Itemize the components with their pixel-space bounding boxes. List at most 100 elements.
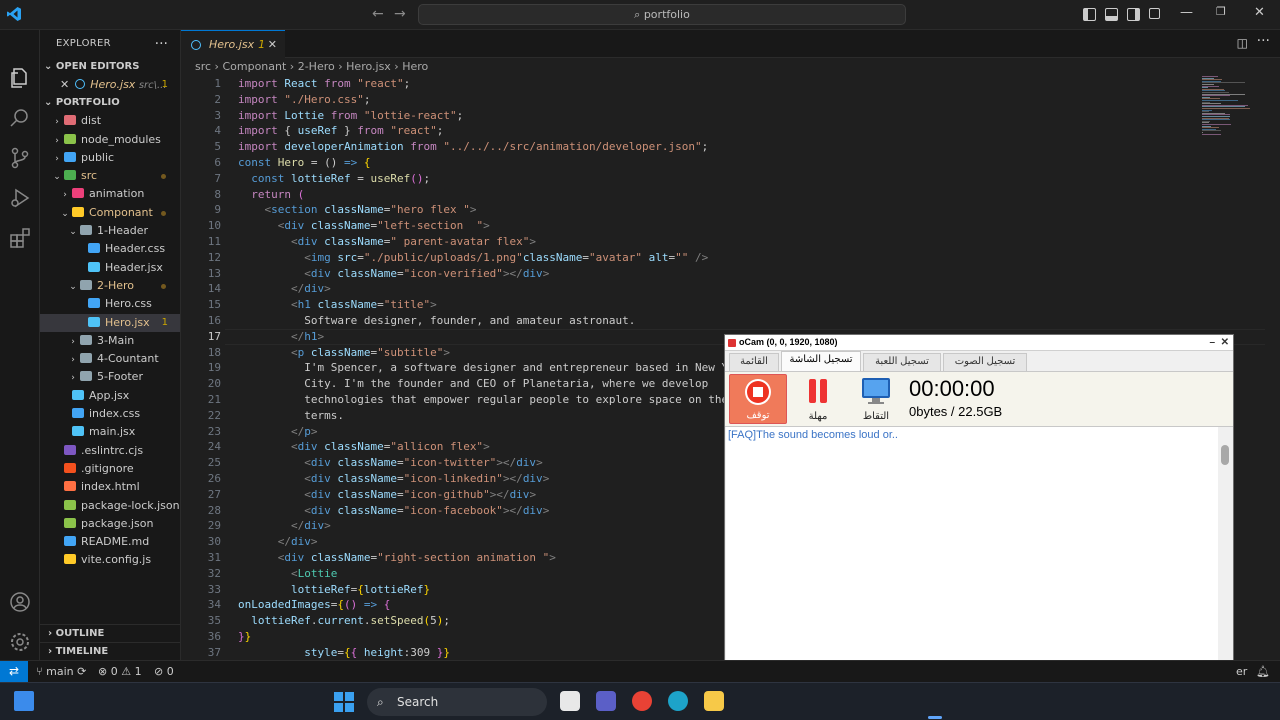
code-line[interactable]: const Hero = () => { [238, 155, 371, 171]
open-editor-item[interactable]: ✕ Hero.jsx src\... 1 [40, 76, 180, 94]
toggle-primary-sidebar-icon[interactable] [1083, 8, 1096, 21]
code-line[interactable]: import "./Hero.css"; [238, 92, 370, 108]
tree-item[interactable]: main.jsx [40, 423, 180, 441]
chrome-icon[interactable] [632, 691, 652, 711]
tree-item[interactable]: Hero.css [40, 295, 180, 313]
outline-section[interactable]: › OUTLINE [40, 624, 180, 642]
teams-icon[interactable] [596, 691, 616, 711]
faq-link[interactable]: [FAQ]The sound becomes loud or.. [728, 429, 898, 441]
tree-item[interactable]: App.jsx [40, 387, 180, 405]
command-center-search[interactable]: ⌕ portfolio [418, 4, 906, 25]
tree-item[interactable]: package-lock.json [40, 497, 180, 515]
timeline-section[interactable]: › TIMELINE [40, 642, 180, 660]
forward-arrow-icon[interactable]: → [394, 6, 406, 22]
code-line[interactable]: lottieRef={lottieRef} [238, 582, 430, 598]
tree-item[interactable]: › dist [40, 112, 180, 130]
code-line[interactable]: </div> [238, 518, 331, 534]
tree-item[interactable]: ⌄ 1-Header [40, 222, 180, 240]
code-line[interactable]: <div className="allicon flex"> [238, 439, 490, 455]
restore-icon[interactable]: ❐ [1216, 5, 1226, 18]
code-line[interactable]: <div className="icon-facebook"></div> [238, 503, 549, 519]
toggle-panel-icon[interactable] [1105, 8, 1118, 21]
ocam-tab-audio-record[interactable]: تسجيل الصوت [943, 353, 1027, 371]
breadcrumb-item[interactable]: 2-Hero [298, 60, 335, 73]
back-arrow-icon[interactable]: ← [372, 6, 384, 22]
scroll-thumb[interactable] [1221, 445, 1229, 465]
tree-item[interactable]: Header.jsx [40, 259, 180, 277]
tree-item[interactable]: ⌄ 2-Hero [40, 277, 180, 295]
minimize-icon[interactable]: — [1180, 5, 1193, 20]
code-line[interactable]: </p> [238, 424, 318, 440]
code-line[interactable]: <Lottie [238, 566, 337, 582]
extensions-icon[interactable] [8, 226, 32, 250]
tree-item[interactable]: › public [40, 149, 180, 167]
remote-indicator-icon[interactable]: ⇄ [0, 661, 28, 682]
code-line[interactable]: <div className="left-section "> [238, 218, 490, 234]
code-line[interactable]: }} [238, 629, 251, 645]
code-line[interactable]: <div className="icon-twitter"></div> [238, 455, 542, 471]
code-line[interactable]: import Lottie from "lottie-react"; [238, 108, 463, 124]
code-line[interactable]: import developerAnimation from "../../..… [238, 139, 708, 155]
breadcrumb-item[interactable]: Hero [402, 60, 428, 73]
code-line[interactable]: <div className="icon-linkedin"></div> [238, 471, 549, 487]
breadcrumb-item[interactable]: src [195, 60, 211, 73]
search-icon[interactable] [8, 106, 32, 130]
code-line[interactable]: technologies that empower regular people… [238, 392, 768, 408]
ocam-tab-game-record[interactable]: تسجيل اللعبة [863, 353, 941, 371]
code-line[interactable]: <div className="right-section animation … [238, 550, 556, 566]
tree-item[interactable]: Header.css [40, 240, 180, 258]
tree-item[interactable]: › animation [40, 185, 180, 203]
close-icon[interactable]: ✕ [60, 78, 69, 91]
tree-item[interactable]: Hero.jsx 1 [40, 313, 180, 332]
problems-status[interactable]: ⊗ 0 ⚠ 1 [98, 661, 142, 682]
windows-start-icon[interactable] [333, 691, 355, 713]
tree-item[interactable]: index.html [40, 478, 180, 496]
code-line[interactable]: I'm Spencer, a software designer and ent… [238, 360, 748, 376]
close-window-icon[interactable]: ✕ [1254, 5, 1265, 20]
split-editor-icon[interactable]: ◫ [1237, 36, 1248, 50]
minimap[interactable] [1198, 76, 1258, 136]
code-line[interactable]: </div> [238, 281, 331, 297]
ports-status[interactable]: ⊘ 0 [154, 661, 174, 682]
accounts-icon[interactable] [8, 590, 32, 614]
code-line[interactable]: <div className="icon-verified"></div> [238, 266, 549, 282]
task-view-icon[interactable] [560, 691, 580, 711]
code-line[interactable]: <p className="subtitle"> [238, 345, 450, 361]
code-line[interactable]: return ( [238, 187, 304, 203]
edge-icon[interactable] [668, 691, 688, 711]
ocam-tab-menu[interactable]: القائمة [729, 353, 779, 371]
close-tab-icon[interactable]: ✕ [268, 31, 277, 58]
source-control-icon[interactable] [8, 146, 32, 170]
code-line[interactable]: terms. [238, 408, 344, 424]
tree-item[interactable]: › 3-Main [40, 332, 180, 350]
file-explorer-icon[interactable] [704, 691, 724, 711]
ocam-vertical-scrollbar[interactable] [1218, 427, 1232, 692]
tree-item[interactable]: index.css [40, 405, 180, 423]
code-line[interactable]: lottieRef.current.setSpeed(5); [238, 613, 450, 629]
portfolio-section[interactable]: ⌄ PORTFOLIO [40, 94, 180, 112]
tree-item[interactable]: .gitignore [40, 460, 180, 478]
ocam-close-icon[interactable]: ✕ [1221, 335, 1229, 350]
branch-status[interactable]: ⑂ main ⟳ [36, 661, 86, 682]
code-line[interactable]: <section className="hero flex "> [238, 202, 477, 218]
tree-item[interactable]: › 4-Countant [40, 350, 180, 368]
manage-gear-icon[interactable] [8, 630, 32, 654]
code-line[interactable]: <div className="icon-github"></div> [238, 487, 536, 503]
code-line[interactable]: Software designer, founder, and amateur … [238, 313, 635, 329]
code-line[interactable]: City. I'm the founder and CEO of Planeta… [238, 376, 708, 392]
capture-button[interactable]: التقاط [847, 374, 905, 424]
breadcrumb-item[interactable]: Componant [222, 60, 286, 73]
tree-item[interactable]: package.json [40, 515, 180, 533]
breadcrumb-item[interactable]: Hero.jsx [346, 60, 391, 73]
open-editors-section[interactable]: ⌄ OPEN EDITORS [40, 58, 180, 76]
ocam-tab-screen-record[interactable]: تسجيل الشاشة [781, 351, 861, 371]
code-line[interactable]: import { useRef } from "react"; [238, 123, 443, 139]
notifications-icon[interactable]: 🔔︎ [1256, 661, 1270, 682]
code-line[interactable]: </div> [238, 534, 318, 550]
run-debug-icon[interactable] [8, 186, 32, 210]
show-desktop-icon[interactable] [14, 691, 34, 711]
ocam-minimize-icon[interactable]: – [1209, 335, 1215, 350]
more-actions-icon[interactable]: ··· [1257, 33, 1270, 49]
pause-button[interactable]: مهلة [789, 374, 847, 424]
tree-item[interactable]: › node_modules [40, 131, 180, 149]
